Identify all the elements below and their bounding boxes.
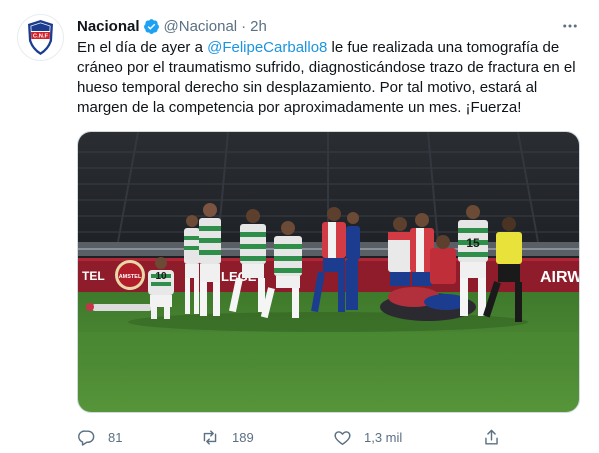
board-text-1: TEL	[82, 269, 105, 283]
board-text-2: AMSTEL	[119, 274, 142, 280]
player-number-2: 15	[466, 236, 480, 250]
tweet-actions: 81 189 1,3 mil	[77, 426, 597, 448]
reply-count: 81	[108, 429, 123, 445]
retweet-icon	[203, 429, 217, 445]
avatar[interactable]: C.N.F	[17, 14, 64, 61]
reply-button[interactable]: 81	[77, 426, 122, 448]
header-separator: ·	[241, 17, 247, 35]
author-handle[interactable]: @Nacional	[164, 18, 238, 35]
mention-link[interactable]: @FelipeCarballo8	[207, 39, 327, 56]
share-button[interactable]	[482, 426, 501, 448]
football-match-photo: TEL AMSTEL LEGE AIRW 10 15	[78, 132, 580, 412]
tweet-photo[interactable]: TEL AMSTEL LEGE AIRW 10 15	[77, 131, 580, 413]
like-count: 1,3 mil	[364, 429, 403, 445]
tweet[interactable]: C.N.F Nacional @Nacional · 2h En el día …	[0, 0, 599, 453]
like-button[interactable]: 1,3 mil	[333, 426, 402, 448]
board-text-4: AIRW	[540, 269, 580, 286]
author-name[interactable]: Nacional	[77, 18, 140, 35]
retweet-button[interactable]: 189	[200, 426, 254, 448]
tweet-text-part1: En el día de ayer a	[77, 39, 208, 56]
avatar-crest-text: C.N.F	[33, 34, 49, 40]
tweet-text: En el día de ayer a @FelipeCarballo8 le …	[77, 38, 585, 118]
tweet-timestamp[interactable]: 2h	[250, 18, 267, 35]
player-number-1: 10	[155, 271, 167, 282]
share-icon	[485, 429, 498, 445]
tweet-header: Nacional @Nacional · 2h	[77, 16, 267, 36]
reply-icon	[78, 429, 95, 446]
verified-badge-icon	[143, 18, 160, 35]
retweet-count: 189	[232, 429, 254, 445]
like-icon	[334, 430, 351, 445]
club-crest-icon: C.N.F	[28, 20, 53, 55]
more-options-icon[interactable]	[557, 13, 583, 39]
